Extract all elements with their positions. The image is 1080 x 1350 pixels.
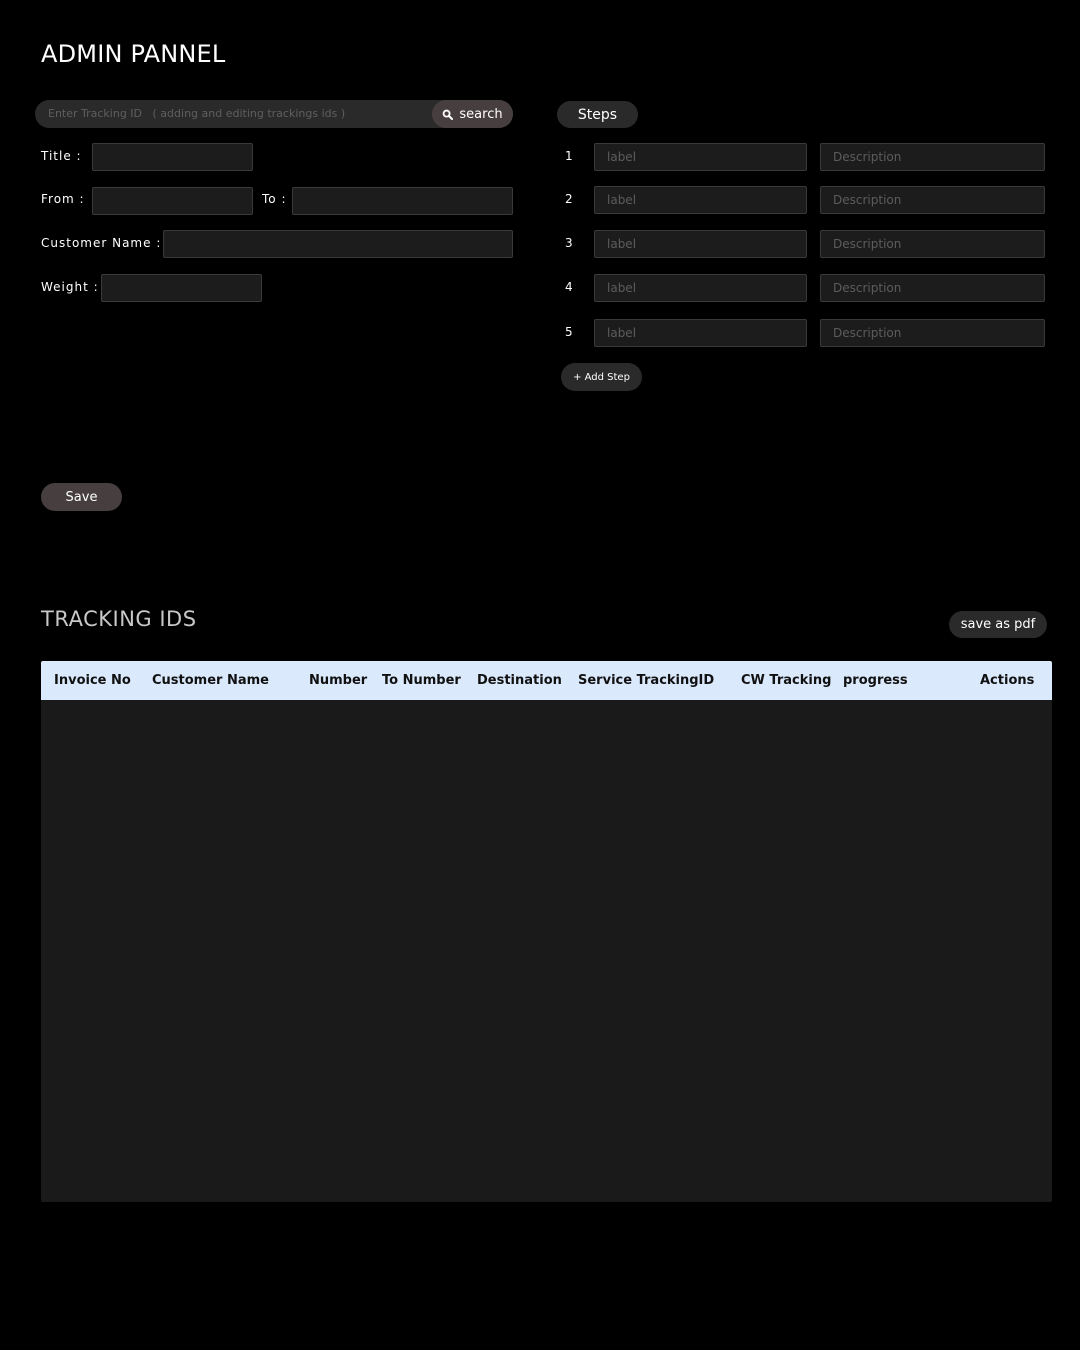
from-label: From : — [41, 192, 85, 206]
table-body — [41, 700, 1052, 1202]
page-title: ADMIN PANNEL — [41, 40, 226, 68]
column-header-actions[interactable]: Actions — [980, 661, 1034, 700]
step-number: 5 — [565, 325, 573, 339]
column-header-service-tracking-id[interactable]: Service TrackingID — [578, 661, 714, 700]
to-label: To : — [262, 192, 287, 206]
step-description-input[interactable] — [820, 230, 1045, 258]
column-header-progress[interactable]: progress — [843, 661, 908, 700]
weight-label: Weight : — [41, 280, 99, 294]
column-header-invoice-no[interactable]: Invoice No — [54, 661, 131, 700]
step-number: 1 — [565, 149, 573, 163]
steps-header: Steps — [557, 101, 638, 128]
search-button[interactable]: search — [432, 100, 513, 128]
tracking-table: Invoice No Customer Name Number To Numbe… — [41, 661, 1052, 1202]
weight-field[interactable] — [101, 274, 262, 302]
step-description-input[interactable] — [820, 319, 1045, 347]
column-header-cw-tracking[interactable]: CW Tracking — [741, 661, 831, 700]
save-as-pdf-button[interactable]: save as pdf — [949, 611, 1047, 638]
customer-name-label: Customer Name : — [41, 236, 162, 250]
step-label-input[interactable] — [594, 143, 807, 171]
from-field[interactable] — [92, 187, 253, 215]
add-step-button[interactable]: + Add Step — [561, 363, 642, 391]
step-label-input[interactable] — [594, 319, 807, 347]
title-label: Title : — [41, 149, 82, 163]
table-header-row: Invoice No Customer Name Number To Numbe… — [41, 661, 1052, 700]
save-button[interactable]: Save — [41, 483, 122, 511]
column-header-customer-name[interactable]: Customer Name — [152, 661, 269, 700]
step-label-input[interactable] — [594, 186, 807, 214]
step-number: 2 — [565, 192, 573, 206]
tracking-ids-title: TRACKING IDS — [41, 607, 197, 631]
step-number: 4 — [565, 280, 573, 294]
step-label-input[interactable] — [594, 274, 807, 302]
step-description-input[interactable] — [820, 274, 1045, 302]
column-header-to-number[interactable]: To Number — [382, 661, 461, 700]
search-icon — [443, 109, 454, 120]
step-description-input[interactable] — [820, 186, 1045, 214]
to-field[interactable] — [292, 187, 513, 215]
step-description-input[interactable] — [820, 143, 1045, 171]
step-number: 3 — [565, 236, 573, 250]
search-bar: search — [35, 100, 513, 128]
column-header-number[interactable]: Number — [309, 661, 367, 700]
customer-name-field[interactable] — [163, 230, 513, 258]
tracking-id-search-input[interactable] — [35, 100, 427, 128]
admin-panel-page: ADMIN PANNEL search Title : From : To : … — [0, 0, 1080, 1350]
title-field[interactable] — [92, 143, 253, 171]
column-header-destination[interactable]: Destination — [477, 661, 562, 700]
search-button-label: search — [459, 106, 503, 122]
step-label-input[interactable] — [594, 230, 807, 258]
